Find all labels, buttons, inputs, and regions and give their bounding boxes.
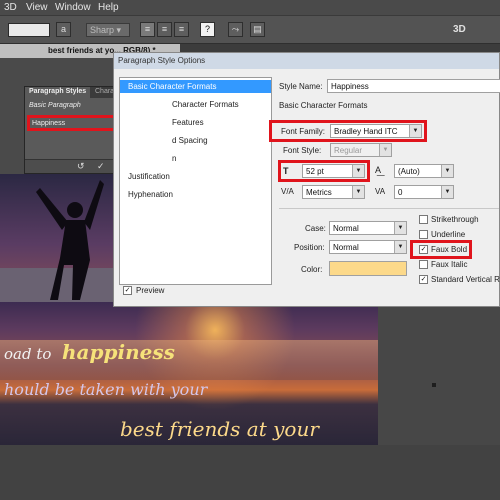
canvas-line-4: best friends at your — [120, 417, 319, 441]
tracking-icon: VA — [375, 187, 386, 196]
category-opentype[interactable]: Features — [172, 118, 204, 127]
tracking-value: 0 — [398, 188, 403, 197]
style-item-happiness[interactable]: Happiness — [32, 120, 65, 127]
kerning-select[interactable]: Metrics ▼ — [302, 185, 365, 199]
section-divider — [279, 208, 499, 209]
style-name-label: Style Name: — [279, 82, 323, 91]
leading-value: (Auto) — [398, 167, 420, 176]
chevron-down-icon: ▼ — [441, 165, 453, 177]
options-bar: a Sharp ▾ ≡ ≡ ≡ ? ⤳ ▤ 3D — [0, 16, 500, 44]
tracking-select[interactable]: 0 ▼ — [394, 185, 454, 199]
menu-window[interactable]: Window — [55, 2, 91, 13]
chevron-down-icon: ▼ — [394, 241, 406, 253]
font-family-select[interactable]: Bradley Hand ITC ▼ — [330, 124, 422, 138]
section-heading: Basic Character Formats — [279, 101, 368, 110]
canvas-line-3: hould be taken with your — [4, 380, 208, 399]
faux-bold-checkbox[interactable]: ✓ — [419, 245, 428, 254]
workspace-marker — [432, 383, 436, 387]
strikethrough-checkbox[interactable] — [419, 215, 428, 224]
color-swatch[interactable] — [329, 261, 407, 276]
redefine-icon[interactable]: ✓ — [97, 161, 105, 172]
dialog-title: Paragraph Style Options — [114, 53, 499, 69]
category-hyphenation[interactable]: Hyphenation — [128, 190, 173, 199]
canvas-image: oad to happiness hould be taken with you… — [0, 300, 378, 445]
aa-icon[interactable]: a — [56, 22, 71, 37]
menu-view[interactable]: View — [26, 2, 48, 13]
category-justification[interactable]: Justification — [128, 172, 170, 181]
align-left-icon[interactable]: ≡ — [140, 22, 155, 37]
font-style-select[interactable]: Regular ▼ — [330, 143, 392, 157]
antialias-select[interactable]: Sharp ▾ — [86, 23, 130, 37]
style-item-basic[interactable]: Basic Paragraph — [29, 102, 81, 109]
standard-vertical-roman-label: Standard Vertical Ro — [431, 275, 500, 284]
menu-help[interactable]: Help — [98, 2, 119, 13]
color-label: Color: — [301, 265, 323, 274]
category-list: Basic Character Formats Character Format… — [119, 77, 272, 285]
category-advanced[interactable]: Character Formats — [172, 100, 239, 109]
leading-icon: A͟ — [375, 165, 382, 175]
three-d-label[interactable]: 3D — [453, 24, 466, 35]
workspace-bottom — [0, 445, 500, 500]
position-value: Normal — [333, 243, 359, 252]
chevron-down-icon: ▼ — [379, 144, 391, 156]
chevron-down-icon: ▼ — [352, 165, 364, 177]
font-size-value: 52 pt — [306, 167, 324, 176]
faux-bold-label: Faux Bold — [431, 245, 468, 254]
preview-label: Preview — [136, 286, 165, 295]
faux-italic-label: Faux Italic — [431, 260, 468, 269]
style-name-input[interactable]: Happiness — [327, 79, 500, 93]
font-size-icon: T — [283, 166, 289, 176]
tab-paragraph-styles[interactable]: Paragraph Styles — [25, 87, 91, 98]
chevron-down-icon: ▼ — [394, 222, 406, 234]
case-label: Case: — [305, 224, 326, 233]
workspace-right — [378, 307, 500, 447]
preview-checkbox[interactable]: ✓ — [123, 286, 132, 295]
font-size-select[interactable]: 52 pt ▼ — [302, 164, 365, 178]
align-right-icon[interactable]: ≡ — [174, 22, 189, 37]
clear-override-icon[interactable]: ↺ — [77, 161, 85, 172]
canvas-line-2: happiness — [62, 340, 175, 364]
font-style-value: Regular — [334, 146, 363, 155]
panels-icon[interactable]: ▤ — [250, 22, 265, 37]
underline-label: Underline — [431, 230, 466, 239]
antialias-value: Sharp — [90, 25, 115, 35]
case-select[interactable]: Normal ▼ — [329, 221, 407, 235]
sea-shine — [0, 340, 378, 380]
strikethrough-label: Strikethrough — [431, 215, 479, 224]
underline-checkbox[interactable] — [419, 230, 428, 239]
chevron-down-icon: ▼ — [352, 186, 364, 198]
position-select[interactable]: Normal ▼ — [329, 240, 407, 254]
standard-vertical-roman-checkbox[interactable]: ✓ — [419, 275, 428, 284]
category-composition[interactable]: n — [172, 154, 176, 163]
font-size-field[interactable] — [8, 23, 50, 37]
kerning-icon: V/A — [281, 187, 294, 196]
position-label: Position: — [294, 243, 325, 252]
faux-italic-checkbox[interactable] — [419, 260, 428, 269]
align-center-icon[interactable]: ≡ — [157, 22, 172, 37]
category-indents[interactable]: d Spacing — [172, 136, 208, 145]
chevron-down-icon: ▼ — [409, 125, 421, 137]
kerning-value: Metrics — [306, 188, 332, 197]
chevron-down-icon: ▼ — [441, 186, 453, 198]
color-swatch-icon[interactable]: ? — [200, 22, 215, 37]
case-value: Normal — [333, 224, 359, 233]
warp-text-icon[interactable]: ⤳ — [228, 22, 243, 37]
category-basic[interactable]: Basic Character Formats — [128, 82, 216, 91]
leading-select[interactable]: (Auto) ▼ — [394, 164, 454, 178]
canvas-line-1: oad to — [4, 345, 52, 363]
font-family-label: Font Family: — [281, 127, 326, 136]
paragraph-style-options-dialog: Paragraph Style Options Basic Character … — [113, 52, 500, 307]
font-style-label: Font Style: — [283, 146, 322, 155]
menu-bar: 3D View Window Help — [0, 0, 500, 16]
font-family-value: Bradley Hand ITC — [334, 127, 398, 136]
menu-3d[interactable]: 3D — [4, 2, 17, 13]
